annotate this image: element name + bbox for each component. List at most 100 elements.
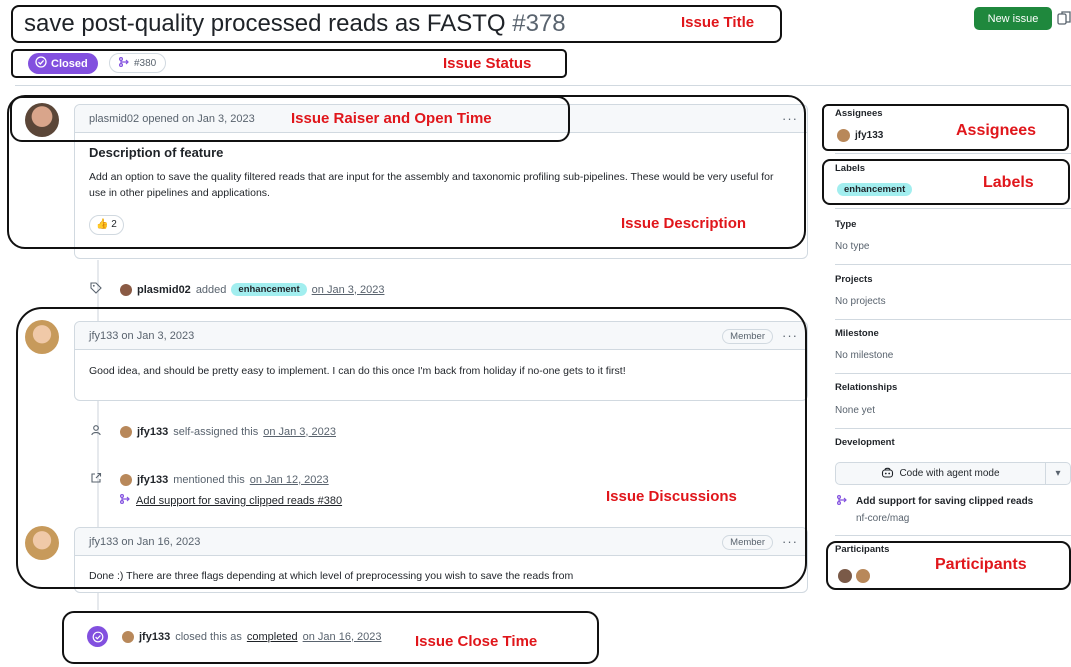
avatar: [837, 129, 850, 142]
relationships-title[interactable]: Relationships: [835, 382, 897, 393]
completed-link[interactable]: completed: [247, 631, 298, 643]
person-icon: [90, 424, 102, 439]
comment-author[interactable]: jfy133: [89, 536, 118, 548]
labels-title[interactable]: Labels: [835, 163, 865, 174]
mentioned-pr-link[interactable]: Add support for saving clipped reads #38…: [120, 494, 342, 507]
agent-button-label: Code with agent mode: [899, 468, 1000, 479]
comment-header: jfy133 on Jan 3, 2023 Member ···: [75, 322, 807, 350]
linked-pr-badge[interactable]: #380: [109, 53, 167, 73]
event-action: mentioned this: [173, 473, 245, 486]
avatar[interactable]: [120, 425, 132, 438]
sidebar-divider: [835, 264, 1071, 265]
participants-list: [838, 569, 870, 583]
avatar[interactable]: [25, 103, 59, 137]
new-issue-button[interactable]: New issue: [974, 7, 1052, 30]
milestone-value: No milestone: [835, 350, 894, 361]
pull-request-icon: [837, 495, 848, 508]
status-text: Closed: [51, 57, 88, 70]
annotation-raiser: Issue Raiser and Open Time: [291, 110, 492, 127]
projects-value: No projects: [835, 296, 886, 307]
code-with-agent-button[interactable]: Code with agent mode ▾: [835, 462, 1071, 485]
avatar[interactable]: [25, 320, 59, 354]
chevron-down-icon[interactable]: ▾: [1046, 468, 1070, 479]
pull-request-icon: [120, 494, 131, 507]
comment-header: jfy133 on Jan 16, 2023 Member ···: [75, 528, 807, 556]
annotation-close-time: Issue Close Time: [415, 633, 538, 650]
annotation-assignees: Assignees: [956, 122, 1037, 139]
avatar[interactable]: [122, 630, 134, 643]
assignees-title[interactable]: Assignees: [835, 108, 883, 119]
more-options-icon[interactable]: ···: [782, 111, 798, 126]
event-date[interactable]: on Jan 3, 2023: [312, 284, 385, 296]
avatar[interactable]: [120, 473, 132, 486]
comment-author[interactable]: jfy133: [89, 330, 118, 342]
sidebar-divider: [835, 153, 1071, 154]
label-enhancement[interactable]: enhancement: [837, 183, 913, 196]
check-circle-icon: [35, 56, 47, 71]
sidebar-divider: [835, 319, 1071, 320]
comment-meta: on Jan 3, 2023: [121, 329, 195, 342]
member-badge: Member: [722, 535, 773, 550]
label-enhancement[interactable]: enhancement: [231, 283, 307, 296]
event-action: added: [195, 283, 227, 296]
event-date[interactable]: on Jan 12, 2023: [250, 474, 329, 486]
event-actor[interactable]: jfy133: [137, 426, 168, 438]
annotation-description: Issue Description: [621, 215, 747, 232]
comment-author[interactable]: plasmid02: [89, 113, 139, 125]
event-actor[interactable]: jfy133: [139, 631, 170, 643]
event-action: self-assigned this: [173, 425, 259, 438]
event-actor[interactable]: jfy133: [137, 474, 168, 486]
annotation-labels: Labels: [983, 174, 1034, 191]
reaction-button[interactable]: 👍 2: [89, 215, 124, 235]
agent-button-main[interactable]: Code with agent mode: [836, 463, 1046, 484]
label-added-event: plasmid02 added enhancement on Jan 3, 20…: [90, 282, 384, 297]
issue-title: save post-quality processed reads as FAS…: [24, 10, 566, 38]
sidebar-divider: [835, 535, 1071, 536]
comment-meta: on Jan 16, 2023: [121, 535, 201, 548]
sidebar-divider: [835, 373, 1071, 374]
discussion-comment: jfy133 on Jan 3, 2023 Member ··· Good id…: [74, 321, 808, 401]
description-text: Add an option to save the quality filter…: [89, 171, 774, 199]
description-heading: Description of feature: [89, 145, 224, 160]
dev-pr-link[interactable]: Add support for saving clipped reads: [837, 495, 1033, 508]
projects-title[interactable]: Projects: [835, 274, 873, 285]
more-options-icon[interactable]: ···: [782, 534, 798, 549]
dev-pr-title[interactable]: Add support for saving clipped reads: [856, 496, 1033, 507]
self-assigned-event: jfy133 self-assigned this on Jan 3, 2023: [90, 424, 336, 439]
assignee-name[interactable]: jfy133: [855, 130, 883, 141]
linked-pr-number: #380: [134, 57, 157, 69]
cross-reference-icon: [90, 472, 102, 487]
annotation-discussions: Issue Discussions: [606, 488, 737, 505]
pull-request-icon: [119, 56, 130, 70]
avatar[interactable]: [120, 283, 132, 296]
avatar[interactable]: [25, 526, 59, 560]
event-date[interactable]: on Jan 16, 2023: [303, 631, 382, 643]
event-date[interactable]: on Jan 3, 2023: [263, 426, 336, 438]
closed-event: jfy133 closed this as completed on Jan 1…: [87, 626, 382, 647]
avatar[interactable]: [838, 569, 852, 583]
participants-title: Participants: [835, 544, 890, 555]
event-actor[interactable]: plasmid02: [137, 284, 191, 296]
copilot-icon: [881, 467, 894, 481]
header-divider: [15, 85, 1071, 86]
type-title[interactable]: Type: [835, 219, 856, 230]
avatar[interactable]: [856, 569, 870, 583]
member-badge: Member: [722, 329, 773, 344]
mentioned-event: jfy133 mentioned this on Jan 12, 2023: [90, 472, 329, 487]
milestone-title[interactable]: Milestone: [835, 328, 879, 339]
assignee-item[interactable]: jfy133: [837, 129, 883, 142]
annotation-participants: Participants: [935, 556, 1027, 573]
comment-meta: opened on Jan 3, 2023: [142, 112, 255, 125]
copy-link-icon[interactable]: [1057, 10, 1071, 26]
development-title[interactable]: Development: [835, 437, 895, 448]
annotation-issue-status: Issue Status: [443, 55, 532, 72]
comment-body: Done :) There are three flags depending …: [89, 570, 574, 582]
mentioned-pr-title[interactable]: Add support for saving clipped reads #38…: [136, 495, 342, 507]
dev-pr-repo: nf-core/mag: [856, 513, 910, 524]
issue-number: #378: [512, 10, 566, 37]
discussion-comment: jfy133 on Jan 16, 2023 Member ··· Done :…: [74, 527, 808, 593]
more-options-icon[interactable]: ···: [782, 328, 798, 343]
tag-icon: [90, 282, 102, 297]
type-value: No type: [835, 241, 870, 252]
sidebar-divider: [835, 428, 1071, 429]
